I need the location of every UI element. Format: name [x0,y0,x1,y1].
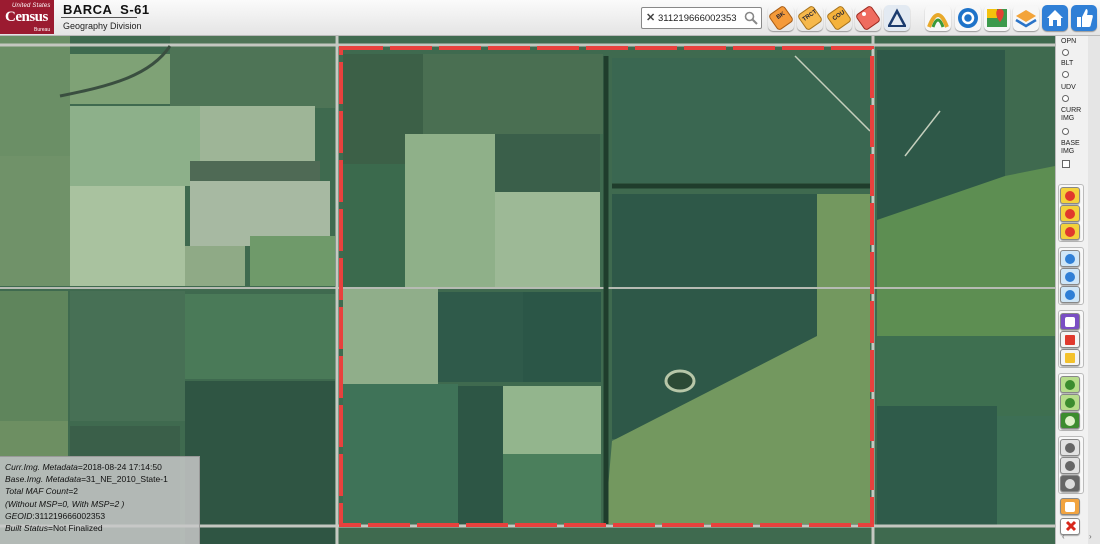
green-person-icon [1065,398,1075,408]
gray-person-icon [1065,461,1075,471]
green-person-icon [1065,380,1075,390]
green-person-icon [1065,416,1075,426]
cou-tool-button[interactable]: COU [826,5,852,31]
base-img-metadata-line: Base.Img. Metadata=31_NE_2010_State-1 [5,473,195,485]
base-img-metadata-key: Base.Img. Metadata [5,474,82,485]
maf-count-key: Total MAF Count [5,486,69,497]
msp-text: (Without MSP=0, With MSP=2 ) [5,498,125,509]
right-tool-panel: OPN BLT UDV CURR IMG BASE IMG ‹ › [1055,36,1100,544]
udv-radio[interactable] [1062,95,1069,102]
home-icon [1047,10,1063,26]
blue-gear-button-2[interactable] [1060,268,1080,285]
curr-img-label: CURR IMG [1061,107,1082,122]
geoid-key: GEOID [5,510,33,521]
curr-img-radio[interactable] [1062,128,1069,135]
app-window: United States Census Bureau BARCA S-61 G… [0,0,1100,544]
measure-tool-button[interactable] [884,5,910,31]
red-star-icon [1065,209,1075,219]
panel-scrollbar[interactable] [1088,36,1100,544]
maf-count-line: Total MAF Count=2 [5,485,195,497]
green-person-button-1[interactable] [1060,376,1080,393]
gray-person-icon [1065,479,1075,489]
logo-big-text: Census [5,9,48,25]
curve-tool-button[interactable] [925,5,951,31]
measure-icon [887,8,907,27]
udv-label: UDV [1061,84,1076,91]
census-logo: United States Census Bureau [0,0,54,34]
purple-arrow-button[interactable] [1060,313,1080,330]
header-bar: United States Census Bureau BARCA S-61 G… [0,0,1100,36]
red-star-icon [1065,227,1075,237]
clear-icon[interactable]: ✕ [646,11,655,24]
map-pin-icon [987,9,1007,27]
blue-gear-button-1[interactable] [1060,250,1080,267]
search-box: ✕ [641,7,762,29]
scroll-right-arrow[interactable]: › [1089,532,1092,541]
app-title: BARCA S-61 [63,2,150,17]
gray-person-button-3[interactable] [1060,475,1080,492]
trct-tool-button[interactable]: TRCT [797,5,823,31]
built-status-line: Built Status=Not Finalized [5,522,195,534]
base-img-label: BASE IMG [1061,140,1080,155]
blue-gear-icon [1065,290,1075,300]
base-img-checkbox[interactable] [1062,160,1070,168]
red-star-button-3[interactable] [1060,223,1080,240]
home-button[interactable] [1042,5,1068,31]
thumbs-up-icon [1077,9,1093,27]
bing-tool-button[interactable] [955,5,981,31]
red-star-button-1[interactable] [1060,187,1080,204]
search-input[interactable] [658,10,746,26]
red-star-icon [1065,191,1075,201]
logo-bureau-text: Bureau [34,27,51,33]
built-status-value: =Not Finalized [48,523,103,534]
layers-icon [1015,10,1037,28]
gray-person-button-1[interactable] [1060,439,1080,456]
red-flag-icon [1065,335,1075,345]
green-person-button-3[interactable] [1060,412,1080,429]
yellow-flag-button[interactable] [1060,349,1080,366]
tag-tool-button[interactable] [855,5,881,31]
blt-label: BLT [1061,60,1074,67]
base-img-metadata-value: =31_NE_2010_State-1 [81,474,168,485]
red-flag-button[interactable] [1060,331,1080,348]
bing-icon [958,8,978,28]
curr-img-metadata-key: Curr.Img. Metadata [5,462,78,472]
scroll-left-arrow[interactable]: ‹ [1062,532,1065,541]
layers-button[interactable] [1013,5,1039,31]
curr-img-metadata-value: =2018-08-24 17:14:50 [77,462,162,472]
app-subtitle: Geography Division [63,21,142,31]
geoid-line: GEOID:311219666002353 [5,510,195,522]
check-icon [1065,502,1075,512]
gray-person-button-2[interactable] [1060,457,1080,474]
blt-radio[interactable] [1062,71,1069,78]
opn-radio[interactable] [1062,49,1069,56]
opn-label: OPN [1061,38,1077,45]
geoid-value: :311219666002353 [32,510,106,521]
msp-line: (Without MSP=0, With MSP=2 ) [5,498,195,510]
red-tag-icon [856,6,880,30]
maf-count-value: =2 [68,486,79,497]
google-maps-button[interactable] [984,5,1010,31]
thumbs-up-button[interactable] [1071,5,1097,31]
green-person-button-2[interactable] [1060,394,1080,411]
gray-person-icon [1065,443,1075,453]
orange-check-button[interactable] [1060,498,1080,515]
blue-gear-icon [1065,272,1075,282]
up-arrow-icon [1065,317,1075,327]
bk-tool-button[interactable]: BK [768,5,794,31]
title-divider [61,17,137,18]
red-star-button-2[interactable] [1060,205,1080,222]
blue-gear-button-3[interactable] [1060,286,1080,303]
curr-img-metadata-line: Curr.Img. Metadata=2018-08-24 17:14:50 [5,461,195,473]
arch-icon [927,13,949,28]
built-status-key: Built Status [5,523,48,534]
blue-gear-icon [1065,254,1075,264]
search-icon[interactable] [744,11,758,25]
yellow-flag-icon [1065,353,1075,363]
metadata-info-panel: Curr.Img. Metadata=2018-08-24 17:14:50 B… [0,456,200,544]
